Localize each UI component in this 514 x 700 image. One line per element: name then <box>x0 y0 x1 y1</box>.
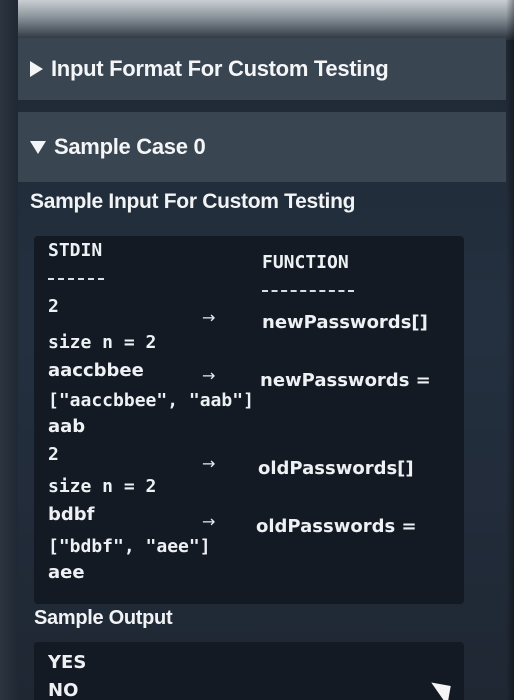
input-line-5: aab <box>48 416 86 437</box>
input-line-4: ["aaccbbee", "aab"] <box>48 390 254 411</box>
input-format-label: Input Format For Custom Testing <box>51 56 389 81</box>
input-line-2: size n = 2 <box>48 332 157 353</box>
input-line-8: bdbf <box>48 504 95 525</box>
input-fn-6: oldPasswords[] <box>258 458 414 479</box>
sample-input-heading: Sample Input For Custom Testing <box>30 190 356 213</box>
input-line-10: aee <box>48 562 85 583</box>
input-fn-3: newPasswords = <box>260 370 431 391</box>
sample-output-code-block: YES NO <box>34 642 464 700</box>
triangle-down-icon <box>30 140 46 154</box>
top-glare <box>0 0 514 40</box>
input-line-3: aaccbbee <box>48 360 144 381</box>
arrow-icon: → <box>202 512 216 531</box>
output-line-2: NO <box>48 680 79 700</box>
triangle-right-icon <box>30 61 43 77</box>
input-line-1: 2 <box>48 296 59 317</box>
sample-output-heading: Sample Output <box>34 607 173 629</box>
function-underline <box>262 290 354 292</box>
input-line-9: ["bdbf", "aee"] <box>48 536 211 557</box>
left-edge <box>0 0 18 700</box>
input-fn-8: oldPasswords = <box>256 516 417 537</box>
input-line-6: 2 <box>48 444 59 465</box>
stdin-underline <box>48 278 104 280</box>
sample-case-section-toggle[interactable]: Sample Case 0 <box>18 112 506 182</box>
sample-case-label: Sample Case 0 <box>54 134 206 159</box>
input-format-section-toggle[interactable]: Input Format For Custom Testing <box>18 38 506 100</box>
output-line-1: YES <box>48 652 87 673</box>
stdin-header: STDIN <box>48 240 103 261</box>
function-header: FUNCTION <box>262 252 349 273</box>
arrow-icon: → <box>202 308 216 327</box>
input-fn-1: newPasswords[] <box>262 312 428 333</box>
right-shade <box>506 0 514 700</box>
input-line-7: size n = 2 <box>48 476 157 497</box>
arrow-icon: → <box>202 366 216 385</box>
arrow-icon: → <box>202 454 216 473</box>
sample-input-code-block: STDIN FUNCTION 2 → newPasswords[] size n… <box>34 236 464 604</box>
screen: Input Format For Custom Testing Sample C… <box>0 0 514 700</box>
